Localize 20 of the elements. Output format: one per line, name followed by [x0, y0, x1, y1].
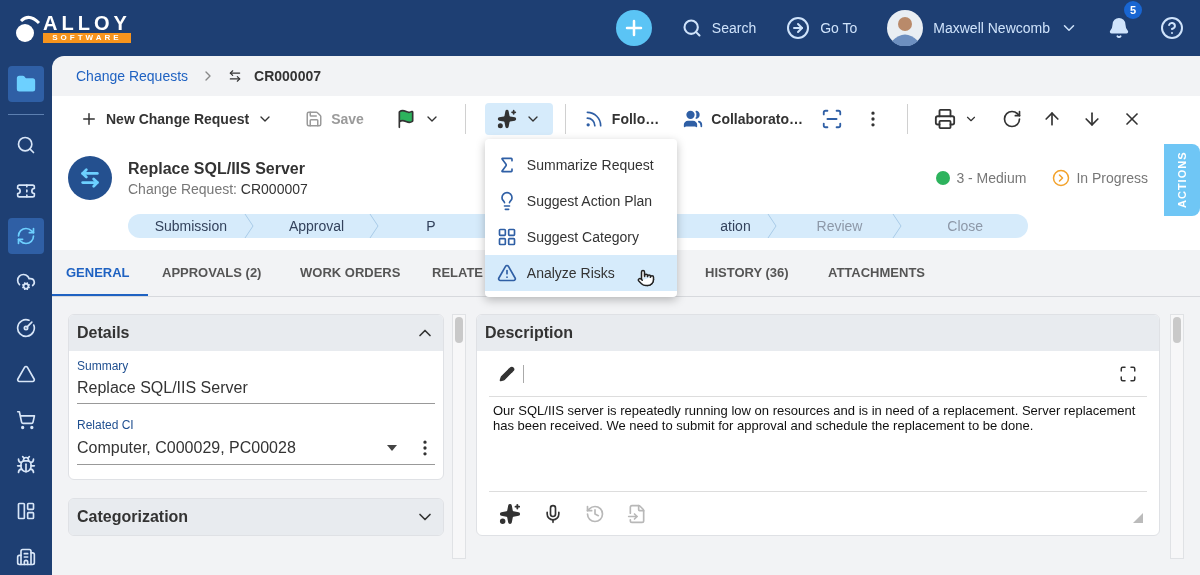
field-label: Summary: [77, 359, 130, 373]
status-label: In Progress: [1076, 170, 1148, 186]
stage-label: Approval: [288, 218, 345, 234]
stage-label: Submission: [154, 218, 227, 234]
logo-tagline: SOFTWARE: [43, 33, 131, 43]
priority-label: 3 - Medium: [956, 170, 1027, 186]
record-title: Replace SQL/IIS Server: [128, 159, 305, 178]
stage-label: P: [426, 218, 436, 234]
panel-title: Categorization: [77, 508, 189, 526]
stage-label: Review: [816, 218, 863, 234]
notification-badge: 5: [1124, 1, 1142, 19]
stage-label: Close: [947, 218, 984, 234]
field-label: Related CI: [77, 418, 135, 432]
breadcrumb-current: CR000007: [254, 68, 321, 84]
description-text: Our SQL/IIS server is repeatedly running low on resources and is in need of a replacement. Server replacement has been received. We need to submit for approval and schedule the replacement to be done.: [492, 402, 1137, 435]
panel-title: Details: [77, 324, 130, 342]
logo-name: ALLOY: [43, 13, 131, 33]
stage-label: ation: [720, 218, 751, 234]
record-subtitle: Change Request: CR000007: [128, 180, 308, 197]
panel-title: Description: [485, 324, 573, 342]
